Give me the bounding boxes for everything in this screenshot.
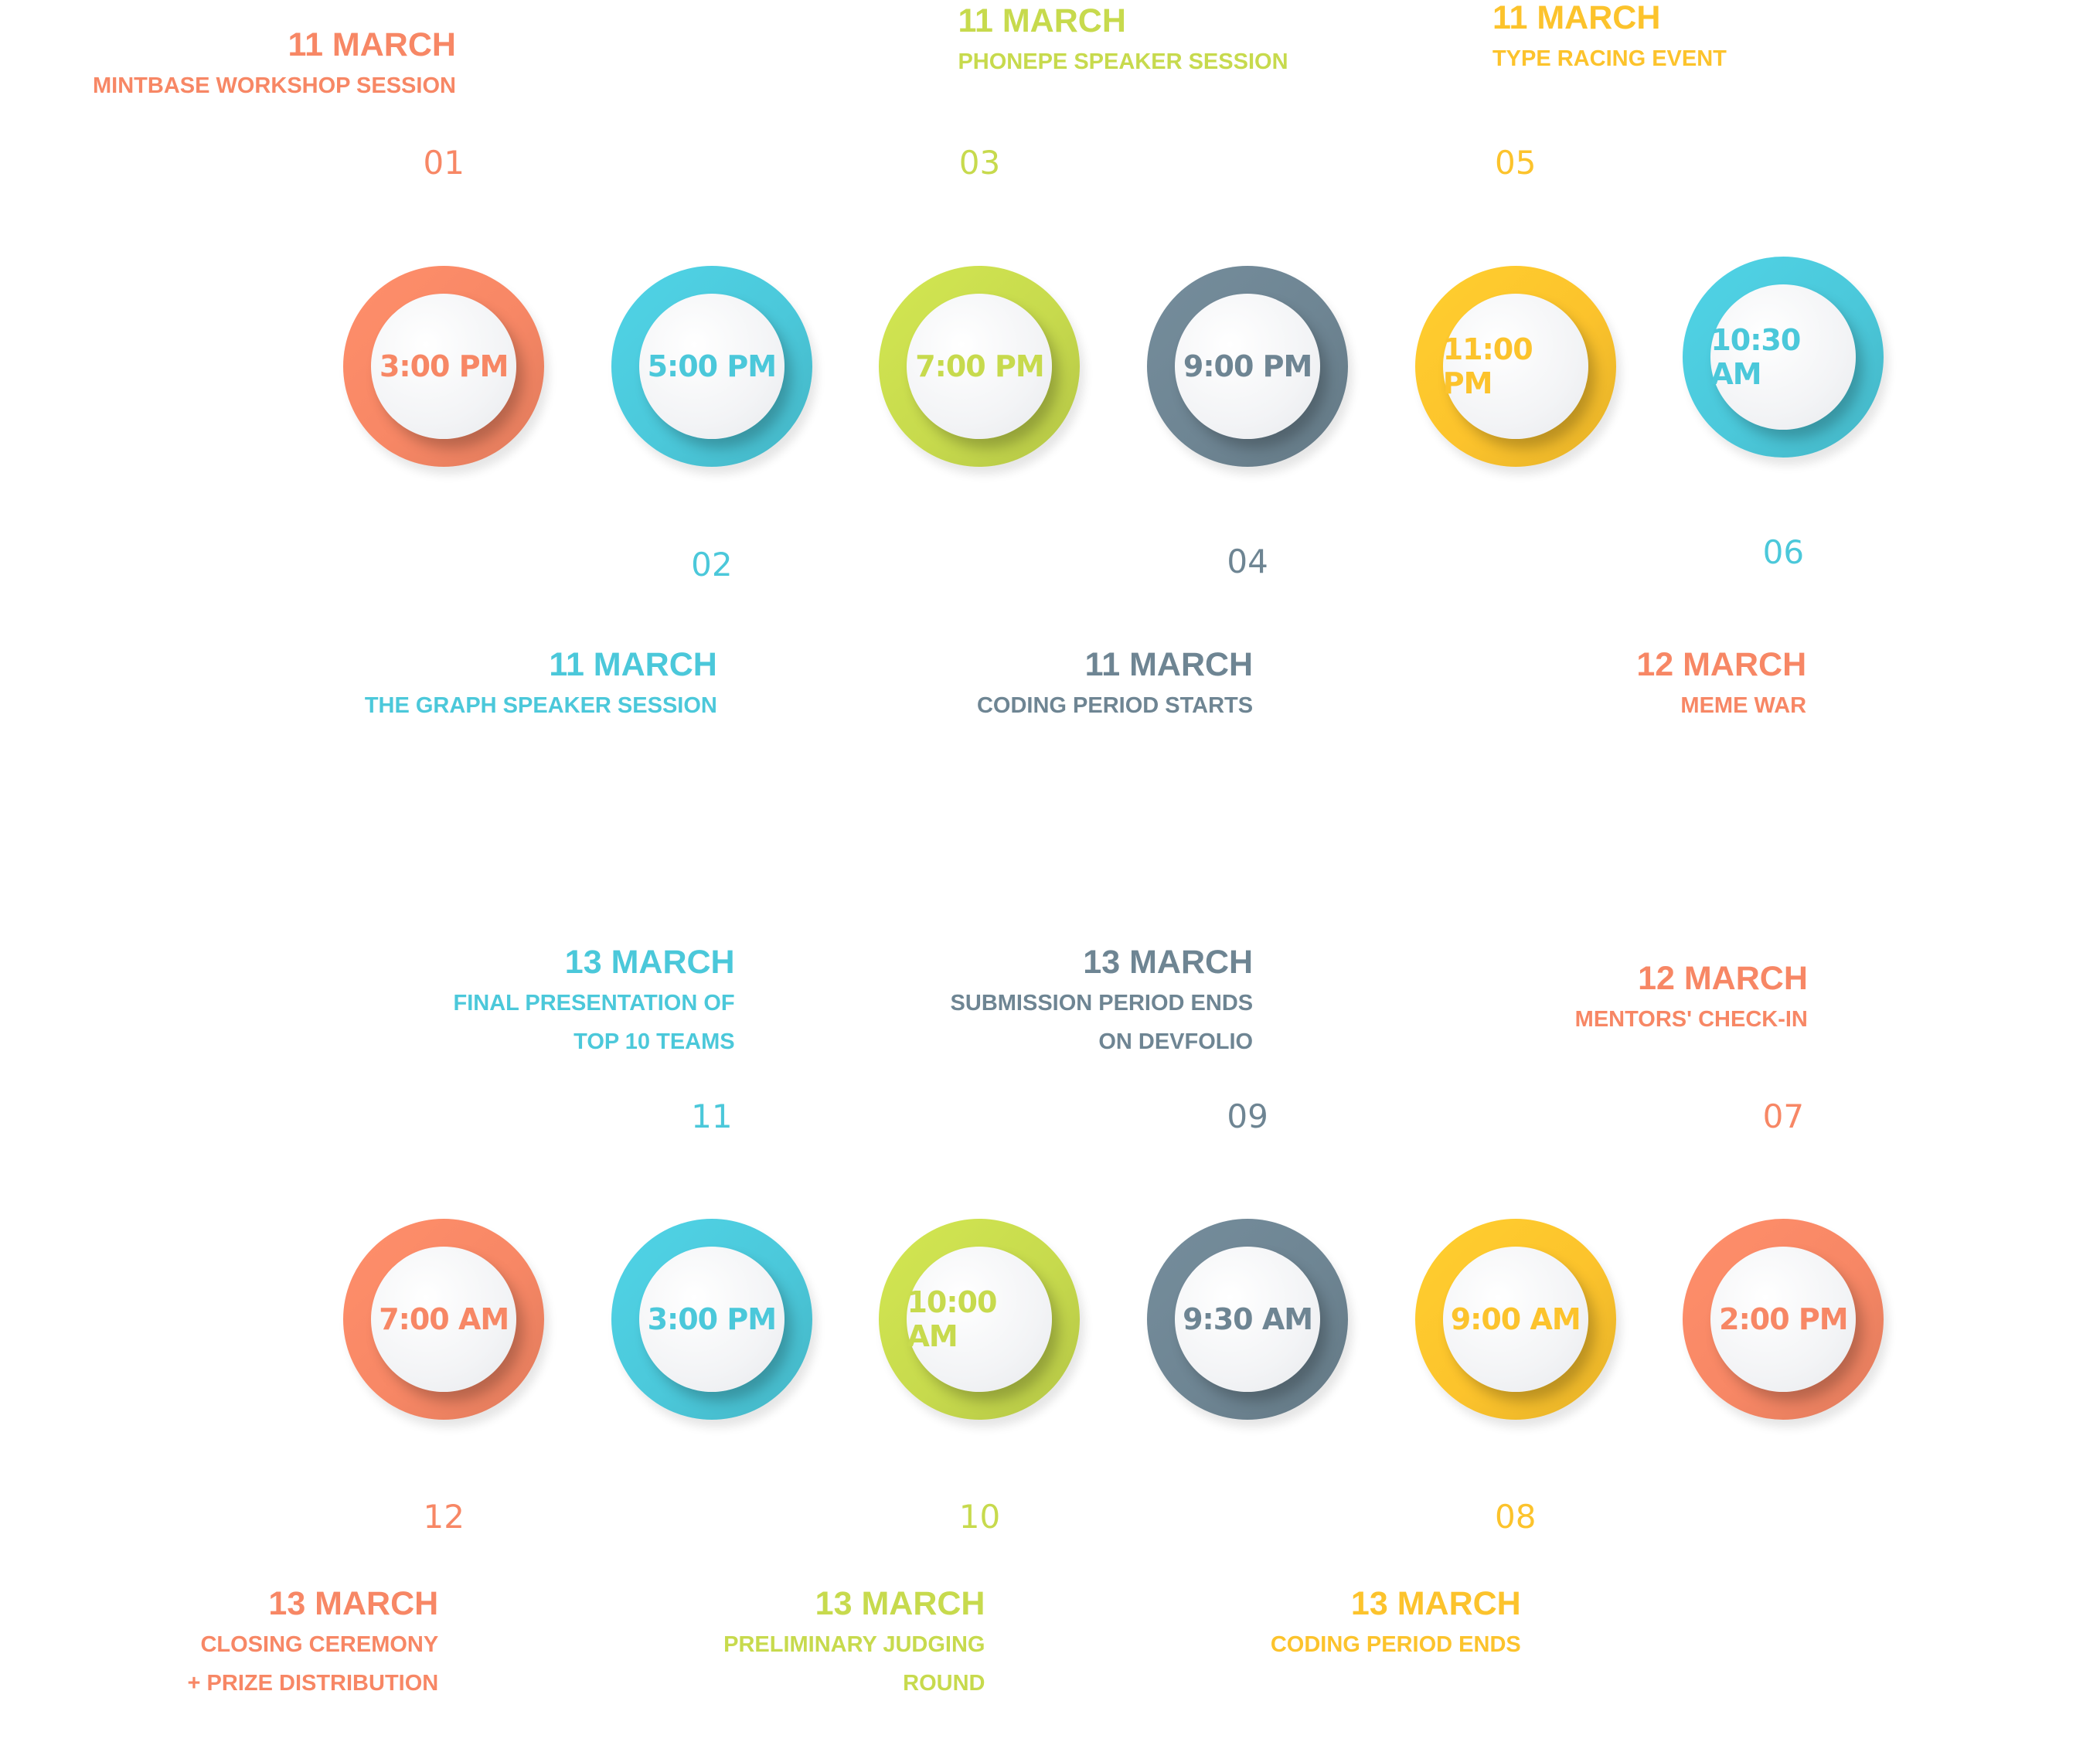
event-number: 04 xyxy=(1227,543,1268,581)
event-title-line: + PRIZE DISTRIBUTION xyxy=(187,1670,439,1696)
time-disc: 2:00 PM xyxy=(1710,1246,1857,1392)
time-circle: 9:00 AM xyxy=(1414,1218,1616,1420)
time-circle: 7:00 PM xyxy=(879,266,1081,468)
event-title-line: MINTBASE WORKSHOP SESSION xyxy=(93,73,456,99)
event-date: 13 MARCH xyxy=(564,943,735,981)
event-title-line: SUBMISSION PERIOD ENDS xyxy=(950,990,1254,1016)
event-date: 13 MARCH xyxy=(1083,943,1254,981)
event-title-line: THE GRAPH SPEAKER SESSION xyxy=(364,692,717,718)
event-label: 12 MARCH MEME WAR xyxy=(1636,643,1806,725)
event-label: 12 MARCH MENTORS' CHECK-IN xyxy=(1575,957,1808,1039)
event-label: 13 MARCH PRELIMINARY JUDGING ROUND xyxy=(723,1582,985,1703)
event-time: 9:00 PM xyxy=(1183,349,1312,384)
time-disc: 7:00 AM xyxy=(371,1246,517,1392)
event-number: 12 xyxy=(423,1497,465,1536)
event-number: 07 xyxy=(1762,1097,1805,1135)
event-date: 13 MARCH xyxy=(268,1584,439,1622)
event-title-line: TYPE RACING EVENT xyxy=(1492,46,1727,72)
event-title-line: CLOSING CEREMONY xyxy=(200,1631,439,1657)
event-date: 11 MARCH xyxy=(288,26,456,64)
time-disc: 9:00 PM xyxy=(1175,294,1321,440)
time-disc: 9:00 AM xyxy=(1442,1246,1588,1392)
event-time: 10:30 AM xyxy=(1710,323,1801,392)
event-time: 11:00 PM xyxy=(1442,332,1533,401)
time-circle: 9:30 AM xyxy=(1147,1218,1349,1420)
time-circle: 2:00 PM xyxy=(1683,1218,1884,1420)
event-title-line: FINAL PRESENTATION OF xyxy=(453,990,735,1016)
event-label: 13 MARCH CODING PERIOD ENDS xyxy=(1271,1582,1521,1664)
event-date: 11 MARCH xyxy=(958,2,1126,39)
event-date: 12 MARCH xyxy=(1636,645,1807,683)
time-disc: 10:00 AM xyxy=(907,1246,1053,1392)
event-time: 5:00 PM xyxy=(647,349,777,384)
time-circle: 3:00 PM xyxy=(343,266,545,468)
event-date: 11 MARCH xyxy=(1084,645,1254,683)
event-label: 11 MARCH TYPE RACING EVENT xyxy=(1492,0,1727,78)
event-number: 03 xyxy=(958,143,1001,182)
event-label: 13 MARCH CLOSING CEREMONY + PRIZE DISTRIBU… xyxy=(188,1582,439,1703)
event-title-line: PRELIMINARY JUDGING xyxy=(723,1631,985,1657)
event-title-line: ON DEVFOLIO xyxy=(1098,1029,1254,1054)
event-title-line: MENTORS' CHECK-IN xyxy=(1574,1006,1808,1032)
event-date: 13 MARCH xyxy=(815,1584,985,1622)
event-label: 11 MARCH CODING PERIOD STARTS xyxy=(977,643,1253,725)
event-label: 13 MARCH FINAL PRESENTATION OF TOP 10 TEAM… xyxy=(453,941,734,1061)
event-date: 11 MARCH xyxy=(1492,0,1661,37)
event-label: 11 MARCH PHONEPE SPEAKER SESSION xyxy=(958,0,1288,81)
event-title-line: ROUND xyxy=(903,1670,985,1696)
time-circle: 5:00 PM xyxy=(611,266,812,468)
time-disc: 9:30 AM xyxy=(1175,1246,1321,1392)
event-title-line: CODING PERIOD STARTS xyxy=(976,692,1254,718)
event-number: 05 xyxy=(1494,143,1537,182)
event-time: 2:00 PM xyxy=(1719,1301,1848,1336)
event-date: 13 MARCH xyxy=(1350,1584,1521,1622)
time-disc: 3:00 PM xyxy=(371,294,517,440)
time-disc: 7:00 PM xyxy=(907,294,1053,440)
event-label: 11 MARCH MINTBASE WORKSHOP SESSION xyxy=(93,23,456,105)
event-number: 10 xyxy=(958,1497,1001,1536)
time-circle: 3:00 PM xyxy=(611,1218,812,1420)
time-circle: 9:00 PM xyxy=(1147,266,1349,468)
time-circle: 10:00 AM xyxy=(879,1218,1081,1420)
time-disc: 11:00 PM xyxy=(1442,294,1588,440)
event-number: 06 xyxy=(1762,532,1805,571)
event-number: 01 xyxy=(423,143,465,182)
event-number: 11 xyxy=(691,1097,733,1135)
event-time: 10:00 AM xyxy=(907,1284,997,1353)
event-title-line: MEME WAR xyxy=(1680,692,1807,718)
event-label: 13 MARCH SUBMISSION PERIOD ENDS ON DEVFOLI… xyxy=(951,941,1254,1061)
time-circle: 10:30 AM xyxy=(1683,257,1884,458)
event-time: 9:30 AM xyxy=(1183,1301,1313,1336)
time-disc: 5:00 PM xyxy=(638,294,785,440)
event-time: 7:00 PM xyxy=(915,349,1044,384)
event-time: 7:00 AM xyxy=(379,1301,509,1336)
event-number: 08 xyxy=(1494,1497,1537,1536)
event-title-line: PHONEPE SPEAKER SESSION xyxy=(958,49,1288,74)
time-disc: 3:00 PM xyxy=(638,1246,785,1392)
time-circle: 7:00 AM xyxy=(343,1218,545,1420)
event-date: 11 MARCH xyxy=(549,645,717,683)
event-time: 3:00 PM xyxy=(647,1301,777,1336)
event-title-line: CODING PERIOD ENDS xyxy=(1270,1631,1521,1657)
event-time: 3:00 PM xyxy=(379,349,509,384)
event-timeline: 01 3:00 PM 11 MARCH MINTBASE WORKSHOP SESSI… xyxy=(0,0,2100,1742)
event-date: 12 MARCH xyxy=(1638,959,1808,997)
event-number: 02 xyxy=(691,545,733,584)
event-number: 09 xyxy=(1227,1097,1268,1135)
time-disc: 10:30 AM xyxy=(1710,284,1857,430)
event-title-line: TOP 10 TEAMS xyxy=(574,1029,735,1054)
event-time: 9:00 AM xyxy=(1450,1301,1581,1336)
time-circle: 11:00 PM xyxy=(1414,266,1616,468)
event-label: 11 MARCH THE GRAPH SPEAKER SESSION xyxy=(365,643,717,725)
